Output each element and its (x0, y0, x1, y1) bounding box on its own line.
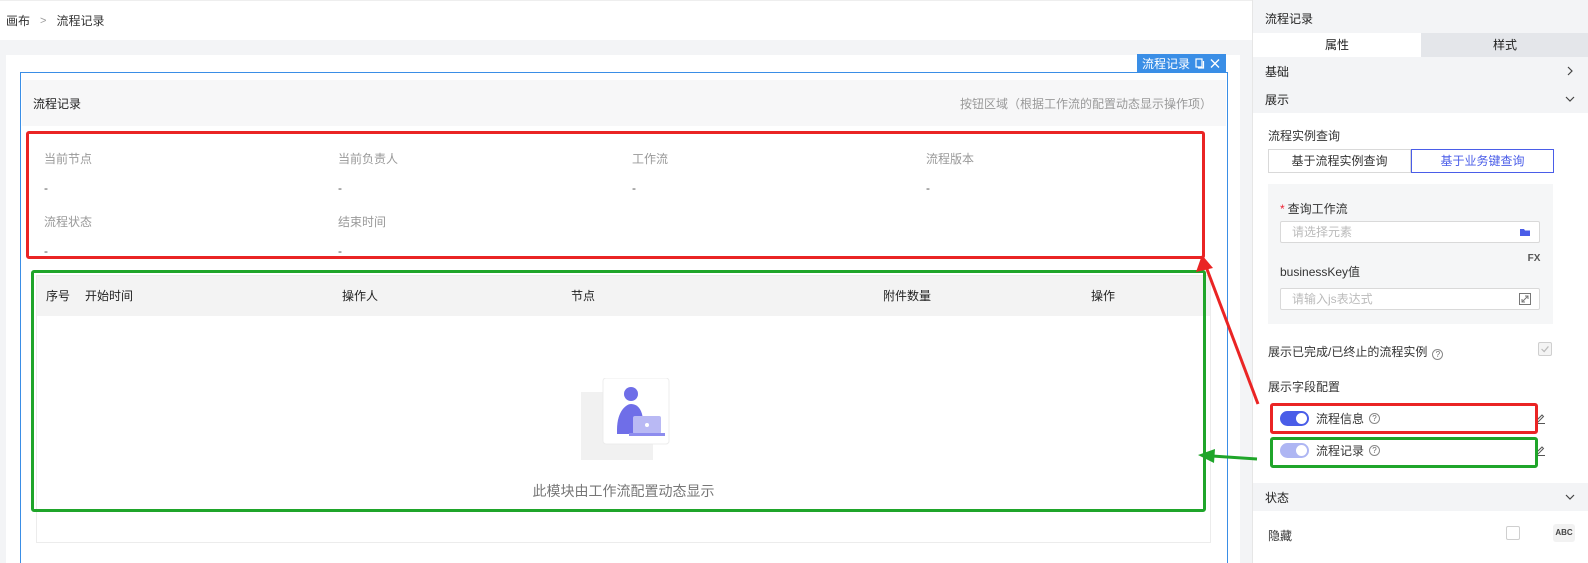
expand-icon[interactable] (1519, 293, 1531, 305)
breadcrumb-separator: > (40, 14, 47, 27)
annotation-red-info-area (26, 131, 1205, 259)
breadcrumb: 画布 > 流程记录 (0, 0, 1252, 40)
field-config-label: 展示字段配置 (1268, 380, 1341, 394)
section-display[interactable]: 展示 (1253, 85, 1588, 113)
selected-component-label: 流程记录 (1142, 57, 1191, 71)
show-completed-checkbox[interactable] (1538, 342, 1552, 356)
breadcrumb-root[interactable]: 画布 (6, 12, 30, 29)
tab-styles[interactable]: 样式 (1421, 33, 1588, 57)
workflow-placeholder: 请选择元素 (1292, 225, 1353, 239)
annotation-green-process-record-row (1270, 437, 1538, 468)
fx-toggle-button[interactable]: FX (1523, 250, 1545, 268)
business-key-label: businessKey值 (1280, 265, 1361, 279)
panel-tabs: 属性 样式 (1253, 33, 1588, 57)
card-title: 流程记录 (33, 96, 82, 111)
workflow-label: * 查询工作流 (1280, 202, 1348, 216)
copy-icon[interactable] (1195, 58, 1205, 69)
section-display-label: 展示 (1265, 92, 1290, 107)
breadcrumb-current: 流程记录 (56, 14, 105, 28)
business-key-placeholder: 请输入js表达式 (1292, 292, 1373, 306)
show-completed-label: 展示已完成/已终止的流程实例? (1268, 343, 1444, 360)
query-mode-label: 流程实例查询 (1268, 129, 1341, 143)
close-icon[interactable] (1210, 58, 1220, 69)
abc-toggle-button[interactable]: ABC (1553, 524, 1575, 542)
workflow-select-input[interactable]: 请选择元素 (1280, 221, 1540, 243)
state-section-body: 隐藏 ABC (1253, 511, 1588, 563)
section-state[interactable]: 状态 (1253, 483, 1588, 511)
folder-icon[interactable] (1519, 226, 1531, 238)
section-state-label: 状态 (1265, 490, 1290, 505)
tab-properties[interactable]: 属性 (1253, 33, 1421, 57)
query-by-instance-button[interactable]: 基于流程实例查询 (1268, 149, 1411, 173)
help-icon[interactable]: ? (1432, 349, 1444, 360)
annotation-red-process-info-row (1270, 403, 1538, 434)
query-mode-segmented: 基于流程实例查询 基于业务键查询 (1268, 149, 1554, 173)
section-basic-label: 基础 (1265, 64, 1290, 79)
business-key-input[interactable]: 请输入js表达式 (1280, 288, 1540, 310)
chevron-right-icon (1567, 66, 1573, 76)
section-basic[interactable]: 基础 (1253, 57, 1588, 85)
query-config-box: * 查询工作流 请选择元素 businessKey值 FX 请输入js表达式 (1268, 184, 1553, 324)
annotation-green-table-area (31, 270, 1206, 512)
property-panel: 流程记录 属性 样式 基础 展示 流程实例查询 基于流程实例查询 基于业务键查询… (1252, 0, 1588, 563)
query-by-business-key-button[interactable]: 基于业务键查询 (1411, 149, 1554, 173)
selected-component-tag[interactable]: 流程记录 (1137, 54, 1227, 73)
actions-hint: 按钮区域（根据工作流的配置动态显示操作项） (959, 96, 1212, 111)
check-icon (1541, 346, 1549, 353)
panel-title: 流程记录 (1265, 12, 1314, 26)
card-header: 流程记录 按钮区域（根据工作流的配置动态显示操作项） (22, 80, 1226, 126)
hidden-checkbox[interactable] (1506, 526, 1520, 540)
chevron-down-icon (1565, 494, 1575, 500)
chevron-down-icon (1565, 96, 1575, 102)
hidden-label: 隐藏 (1268, 529, 1293, 543)
